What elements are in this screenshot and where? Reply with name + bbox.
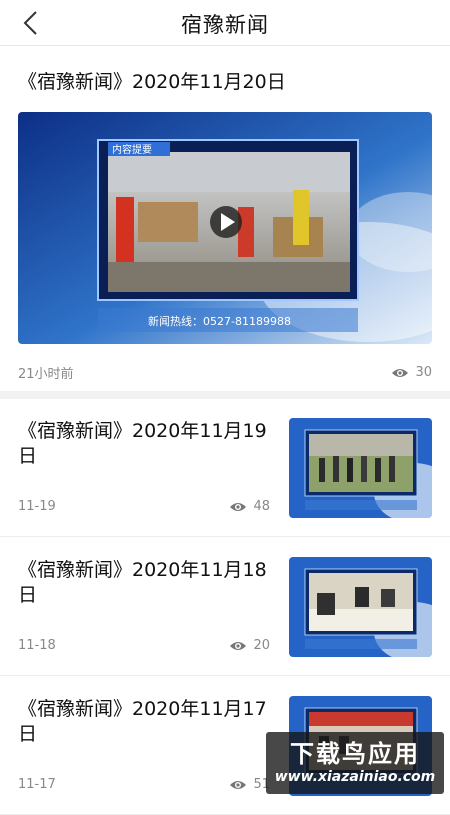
item-title[interactable]: 《宿豫新闻》2020年11月19日 — [18, 419, 276, 469]
item-title[interactable]: 《宿豫新闻》2020年11月18日 — [18, 558, 276, 608]
list-item[interactable]: 《宿豫新闻》2020年11月19日 11-19 48 — [0, 399, 450, 537]
eye-icon — [391, 367, 409, 379]
item-thumbnail[interactable] — [289, 557, 432, 657]
featured-title[interactable]: 《宿豫新闻》2020年11月20日 — [18, 67, 286, 94]
item-date: 11-19 — [18, 499, 56, 514]
eye-icon — [229, 779, 247, 791]
overlay-label: 内容提要 — [112, 143, 152, 156]
eye-icon — [229, 501, 247, 513]
featured-video-thumbnail[interactable]: 内容提要 新闻热线：0527-81189988 — [18, 112, 432, 344]
item-meta: 11-18 20 — [18, 638, 270, 653]
top-bar: 宿豫新闻 — [0, 0, 450, 46]
item-meta: 11-19 48 — [18, 499, 270, 514]
list-item[interactable]: 《宿豫新闻》2020年11月18日 11-18 20 — [0, 538, 450, 676]
item-date: 11-17 — [18, 777, 56, 792]
item-thumbnail[interactable] — [289, 418, 432, 518]
featured-article[interactable]: 《宿豫新闻》2020年11月20日 — [0, 47, 450, 399]
item-date: 11-18 — [18, 638, 56, 653]
view-count: 20 — [229, 638, 270, 653]
publish-time: 21小时前 — [18, 363, 74, 382]
page-title: 宿豫新闻 — [0, 9, 450, 39]
view-count: 48 — [229, 499, 270, 514]
eye-icon — [229, 640, 247, 652]
watermark-url: www.xiazainiao.com — [275, 768, 436, 786]
item-meta: 11-17 51 — [18, 777, 270, 792]
watermark-logo: 下载鸟应用 www.xiazainiao.com — [266, 732, 444, 794]
watermark-title: 下载鸟应用 — [290, 740, 420, 768]
item-title[interactable]: 《宿豫新闻》2020年11月17日 — [18, 697, 276, 747]
view-count: 30 — [391, 365, 432, 380]
featured-meta: 21小时前 30 — [18, 363, 432, 382]
view-count-value: 20 — [253, 638, 270, 653]
view-count-value: 30 — [415, 365, 432, 380]
view-count-value: 48 — [253, 499, 270, 514]
view-count: 51 — [229, 777, 270, 792]
hotline-text: 新闻热线：0527-81189988 — [148, 314, 291, 328]
